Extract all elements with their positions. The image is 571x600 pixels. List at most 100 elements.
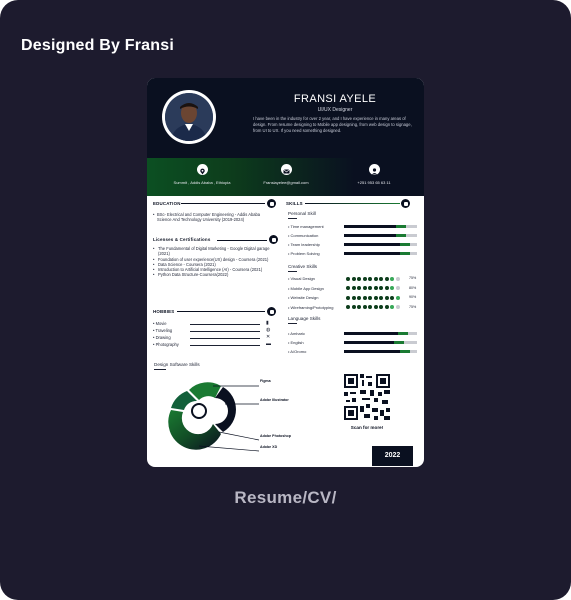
contact-location-text: Summit , Addis Ababa , Ethiopia: [173, 180, 231, 185]
skill-dot: [362, 276, 367, 281]
skill-row: • English: [288, 340, 418, 346]
education-badge-icon: [267, 199, 276, 208]
skill-dot: [379, 286, 383, 290]
skill-dot: [362, 286, 367, 290]
skill-dot: [362, 305, 367, 309]
skill-bar-track: [344, 225, 417, 228]
skill-dot: [351, 305, 356, 309]
skill-dot: [346, 305, 350, 309]
skill-label: • Team leadership: [288, 242, 320, 247]
education-divider: [181, 203, 265, 204]
software-title: Design Software Skills: [154, 362, 200, 367]
skill-bar-fill: [344, 234, 407, 237]
creative-skills-title: Creative Skills: [288, 264, 318, 269]
software-item: Adobe Photoshop: [260, 434, 291, 438]
skill-dot: [351, 295, 356, 300]
language-skills-title: Language Skills: [288, 316, 321, 321]
skill-label: • Website Design: [288, 295, 319, 300]
skill-row: • Time management: [288, 224, 418, 230]
contact-phone[interactable]: +251 953 65 63 11: [339, 164, 409, 185]
creative-skill-row: • Visual Design 75%: [288, 276, 418, 282]
hobby-label: • Traveling: [153, 328, 173, 333]
skill-dot: [379, 295, 383, 300]
skill-dot: [351, 286, 356, 290]
skills-title: SKILLS: [286, 201, 303, 206]
license-item: Python Data Structure-Coursera(2022): [153, 272, 277, 278]
skill-dot: [373, 295, 378, 300]
hobby-label: • Drawing: [153, 335, 171, 340]
profile-photo: [165, 93, 213, 141]
resume-card[interactable]: FRANSI AYELE UI/UX Designer I have been …: [147, 78, 424, 467]
skill-dot: [384, 295, 389, 300]
skill-row: • A/Oromo: [288, 349, 418, 355]
hobbies-title: HOBBIES: [153, 309, 175, 314]
skill-dot: [346, 295, 350, 300]
skill-dot: [379, 276, 383, 281]
qr-caption: Scan for more!: [350, 425, 384, 430]
skill-bar-fill: [344, 225, 407, 228]
skill-label: • English: [288, 340, 304, 345]
personal-skill-title: Personal Skill: [288, 211, 316, 216]
qr-code[interactable]: [344, 374, 390, 420]
skill-dot: [368, 305, 372, 309]
creative-skill-row: • Wireframing/Prototyping 75%: [288, 305, 418, 311]
skill-bar-fill: [344, 350, 410, 353]
skill-dot: [346, 276, 350, 281]
skill-dot: [346, 286, 350, 290]
showcase-caption: Resume/CV/: [234, 488, 337, 507]
skill-percent: 75%: [409, 304, 417, 309]
skill-dot: [368, 286, 372, 290]
certificate-badge-icon: [269, 235, 278, 244]
hobby-line: [190, 324, 260, 325]
skill-label: • Time management: [288, 224, 324, 229]
education-text: • BSc- Electrical and Computer Engineeri…: [153, 212, 261, 223]
location-pin-icon: [196, 164, 208, 175]
skill-dot: [379, 305, 383, 309]
skill-dot: [395, 305, 400, 309]
software-ring-diagram: [168, 382, 260, 452]
skill-dot: [395, 276, 400, 281]
showcase-frame: Designed By Fransi FRANSI AYELE UI/UX De…: [0, 0, 571, 600]
skill-dot: [384, 286, 389, 290]
contact-email[interactable]: Fransiayelee@gmail.com: [251, 164, 321, 185]
skill-dot: [357, 286, 361, 290]
skill-bar-fill: [344, 341, 404, 344]
skill-dot: [390, 276, 394, 281]
globe-icon: ◍: [266, 327, 271, 333]
person-portrait-icon: [165, 93, 213, 141]
skill-dot: [395, 286, 400, 290]
hobbies-divider: [177, 311, 265, 312]
skill-bar-track: [344, 350, 417, 353]
skill-dot: [390, 305, 394, 309]
creative-skill-row: • Mobile App Design 80%: [288, 286, 418, 292]
paw-badge-icon: [267, 307, 276, 316]
skill-row: • Amharic: [288, 331, 418, 337]
skill-percent: 75%: [409, 276, 417, 280]
skills-badge-icon: [401, 199, 410, 208]
skill-bar-track: [344, 341, 417, 344]
software-item: Figma: [260, 379, 271, 383]
skill-dot: [390, 295, 394, 300]
skills-divider: [305, 203, 400, 204]
skill-dot: [373, 286, 378, 290]
hobby-line: [190, 345, 260, 346]
resume-bio: I have been in the industry for over 2 y…: [253, 116, 412, 134]
profile-photo-frame: [162, 90, 216, 144]
skill-label: • Amharic: [288, 331, 305, 336]
skill-row: • Team leadership: [288, 242, 418, 248]
skill-label: • Wireframing/Prototyping: [288, 304, 334, 310]
software-underline: [154, 369, 166, 370]
qr-code-icon: [344, 374, 390, 420]
resume-role: UI/UX Designer: [317, 107, 353, 113]
skill-label: • A/Oromo: [288, 349, 307, 354]
skill-row: • Problem Solving: [288, 251, 418, 257]
contact-phone-text: +251 953 65 63 11: [357, 180, 391, 185]
skill-bar-fill: [344, 332, 409, 335]
skill-label: • Problem Solving: [288, 251, 320, 256]
hobby-label: • Photography: [153, 342, 179, 347]
skill-bar-fill: [344, 243, 410, 246]
licenses-list: The Fundamental of Digital Marketing - G…: [153, 246, 277, 278]
hobby-line: [190, 338, 260, 339]
phone-icon: [368, 164, 380, 175]
software-item: Adobe XD: [260, 445, 278, 449]
